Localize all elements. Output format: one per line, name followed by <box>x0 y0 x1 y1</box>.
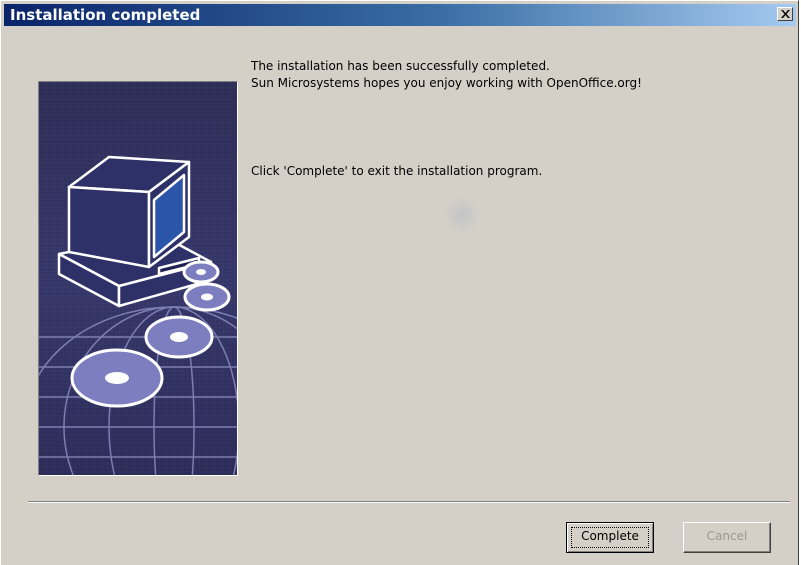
cursor-artifact <box>444 197 480 233</box>
complete-button-label: Complete <box>581 529 639 543</box>
footer-separator <box>28 501 790 503</box>
close-button[interactable] <box>777 7 793 21</box>
thanks-message: Sun Microsystems hopes you enjoy working… <box>251 76 642 90</box>
cancel-button[interactable]: Cancel <box>683 522 771 553</box>
installer-dialog: Installation completed The installation … <box>0 0 799 565</box>
cancel-button-label: Cancel <box>706 529 748 543</box>
close-icon <box>781 10 790 18</box>
computer-with-discs-illustration <box>39 82 237 475</box>
instruction-message: Click 'Complete' to exit the installatio… <box>251 164 543 178</box>
complete-button[interactable]: Complete <box>566 522 654 553</box>
success-message: The installation has been successfully c… <box>251 59 550 73</box>
title-bar[interactable]: Installation completed <box>4 4 796 26</box>
banner-image <box>38 81 238 476</box>
window-title: Installation completed <box>10 6 201 24</box>
